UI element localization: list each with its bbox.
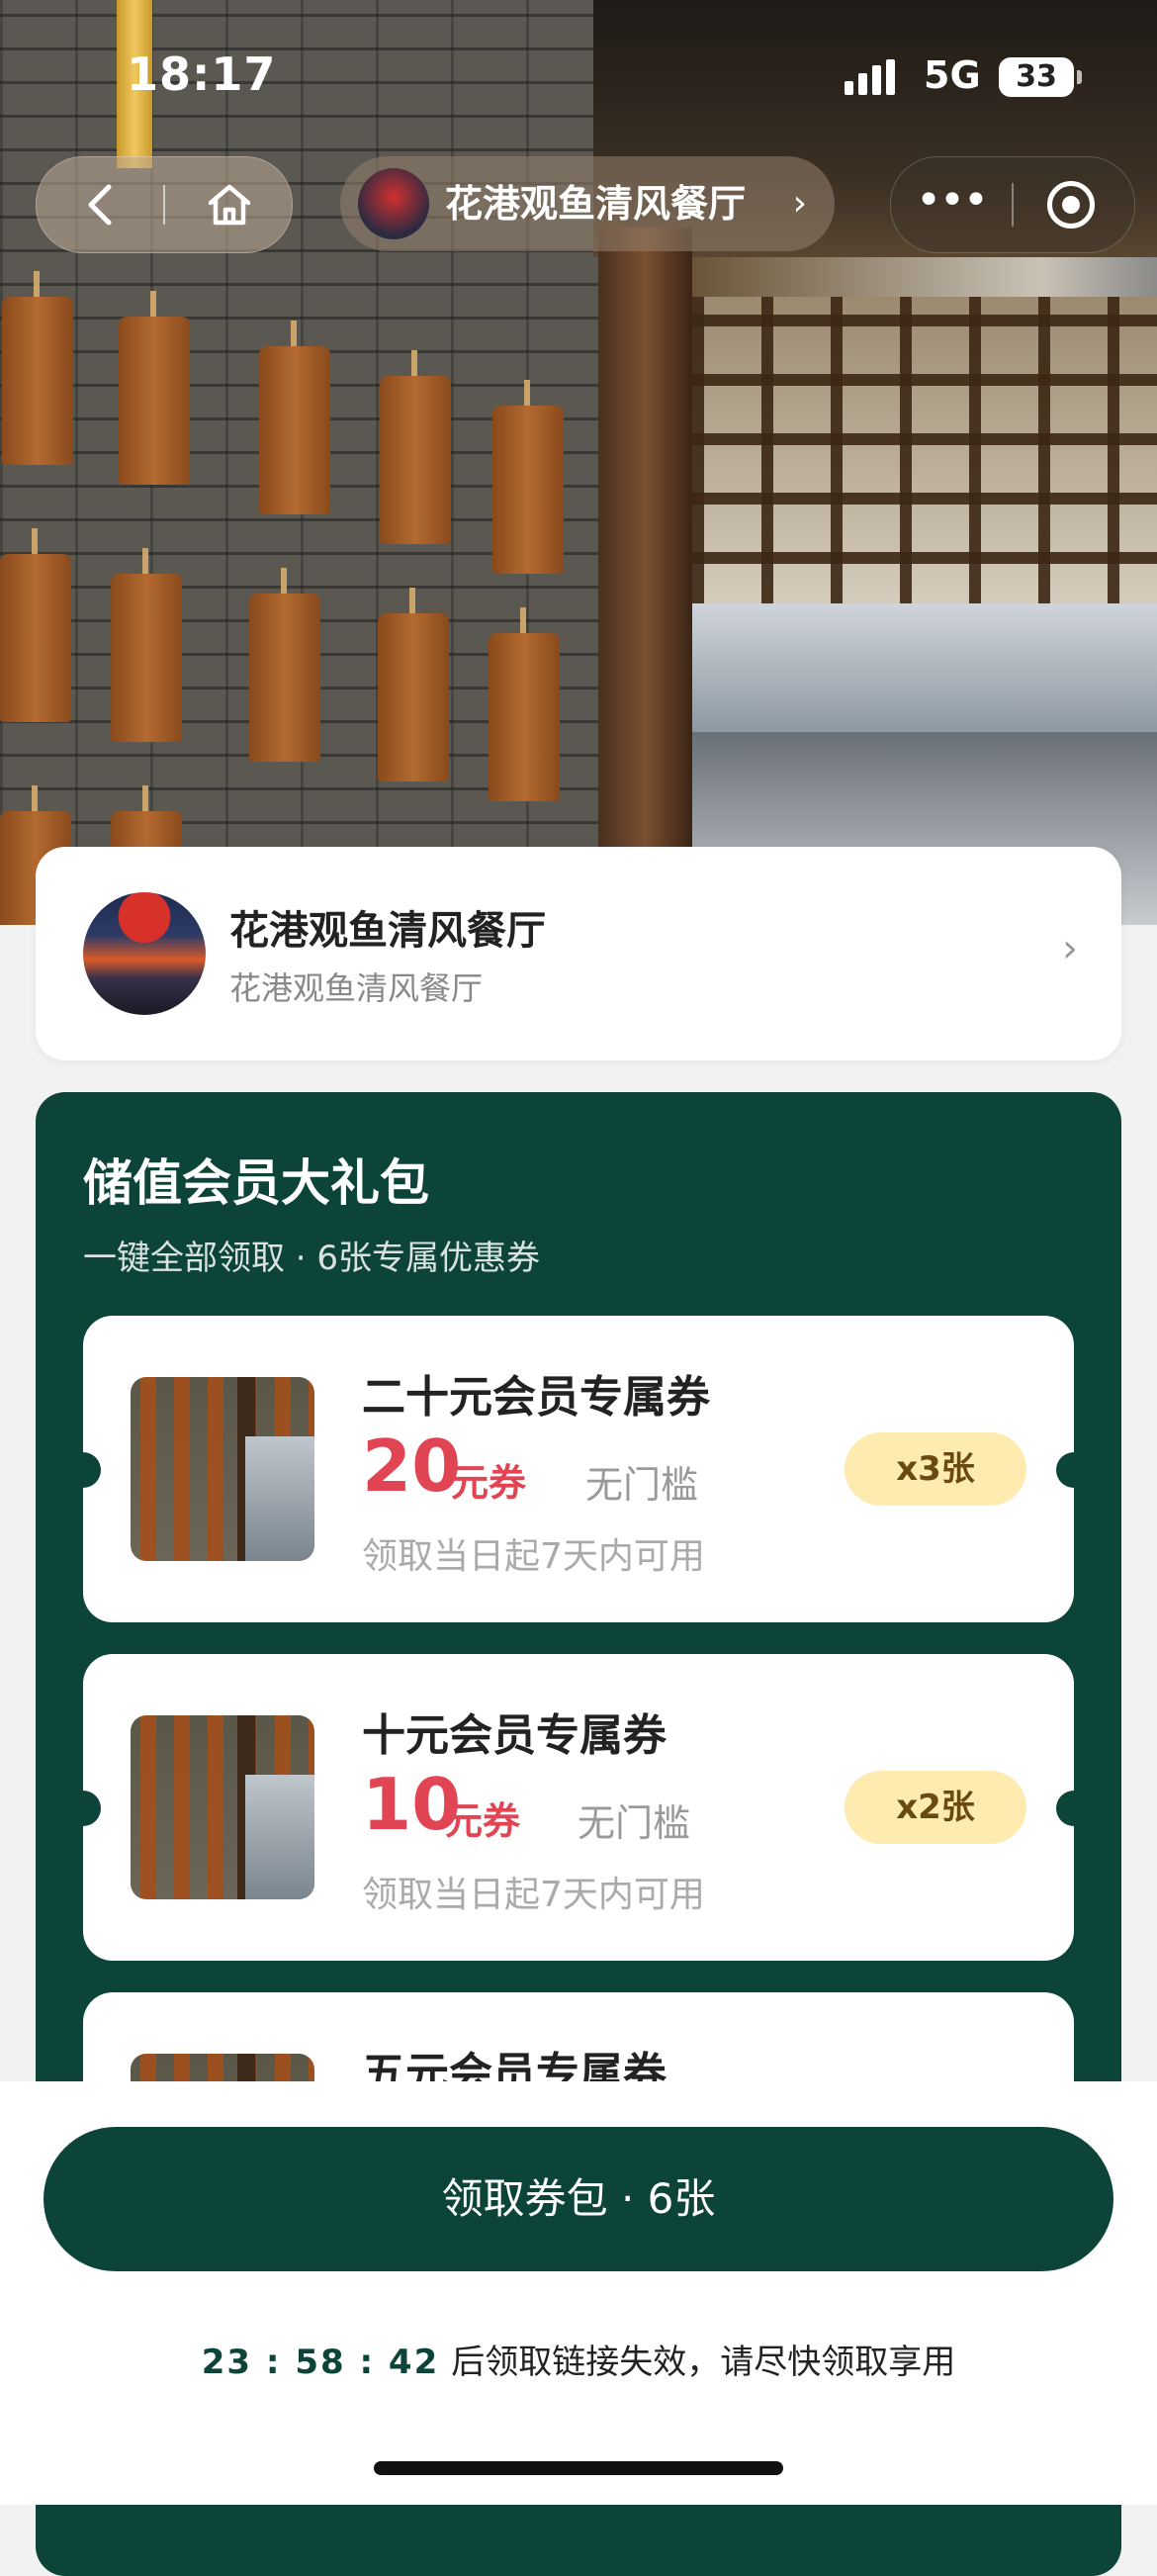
coupon-card[interactable]: 二十元会员专属券 20 元券 无门槛 领取当日起7天内可用 x3张 [65,1316,1092,1622]
more-button[interactable]: ••• [891,157,1012,252]
coupon-title: 十元会员专属券 [362,1710,667,1761]
store-card[interactable]: 花港观鱼清风餐厅 花港观鱼清风餐厅 › [36,847,1121,1060]
bottom-bar: 领取券包 · 6张 23 : 58 : 42 后领取链接失效，请尽快领取享用 [0,2081,1157,2505]
coupon-card[interactable]: 十元会员专属券 10 元券 无门槛 领取当日起7天内可用 x2张 [65,1654,1092,1961]
close-target-icon[interactable] [1047,181,1095,229]
coupon-threshold: 无门槛 [578,1801,691,1845]
mini-program-avatar [358,168,429,239]
coupon-thumbnail [131,1715,314,1899]
coupon-thumbnail [131,1377,314,1561]
coupon-unit: 元券 [451,1461,527,1505]
coupon-quantity-badge: x3张 [845,1432,1026,1506]
package-title: 储值会员大礼包 [83,1154,429,1212]
countdown-notice: 23 : 58 : 42 后领取链接失效，请尽快领取享用 [0,2335,1157,2383]
store-logo [83,892,206,1015]
countdown-timer: 23 : 58 : 42 [201,2343,440,2382]
more-icon: ••• [916,175,989,226]
coupon-amount: 20 [362,1425,462,1508]
chevron-right-icon: › [1062,926,1078,971]
status-bar: 18:17 5G 33 [0,0,1157,148]
countdown-text: 后领取链接失效，请尽快领取享用 [451,2343,956,2382]
back-icon [88,184,112,226]
home-button[interactable] [165,157,292,252]
store-name: 花港观鱼清风餐厅 [229,908,546,954]
coupon-validity: 领取当日起7天内可用 [362,1875,705,1915]
battery-icon: 33 [999,57,1082,97]
chevron-right-icon: › [792,183,807,224]
coupon-title: 二十元会员专属券 [362,1372,710,1423]
network-label: 5G [924,53,981,97]
coupon-validity: 领取当日起7天内可用 [362,1536,705,1577]
coupon-unit: 元券 [445,1799,521,1843]
signal-icon [845,59,900,95]
nav-pill [36,156,293,253]
mini-program-title[interactable]: 花港观鱼清风餐厅 › [340,156,835,251]
home-indicator[interactable] [374,2461,783,2475]
back-button[interactable] [37,157,163,252]
package-subtitle: 一键全部领取 · 6张专属优惠券 [83,1239,541,1278]
claim-package-button[interactable]: 领取券包 · 6张 [44,2127,1113,2271]
capsule-menu: ••• [890,156,1135,253]
coupon-threshold: 无门槛 [585,1463,699,1507]
status-time: 18:17 [127,47,277,101]
home-icon [208,184,251,226]
coupon-quantity-badge: x2张 [845,1771,1026,1844]
store-subtitle: 花港观鱼清风餐厅 [229,969,484,1007]
mini-program-name: 花港观鱼清风餐厅 [445,182,747,226]
